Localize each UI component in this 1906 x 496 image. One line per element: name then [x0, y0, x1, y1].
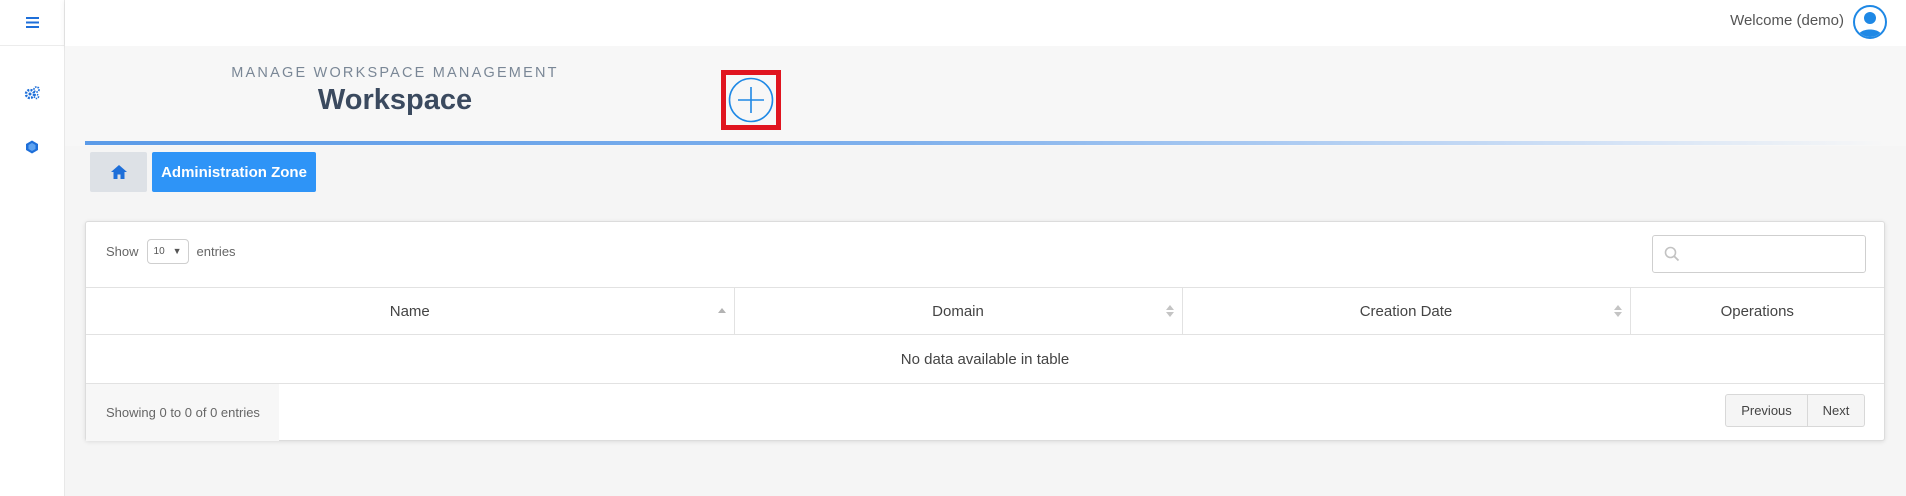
- sort-asc-icon: [717, 308, 726, 313]
- column-label: Name: [389, 302, 430, 320]
- column-header-operations: Operations: [1630, 287, 1884, 335]
- hamburger-icon: [25, 17, 39, 28]
- header-divider: [85, 141, 1885, 145]
- workspace-table: Name Domain Creation Date Operations No …: [86, 287, 1884, 384]
- pagination: Previous Next: [1725, 394, 1865, 427]
- sidebar: [0, 0, 65, 496]
- table-info: Showing 0 to 0 of 0 entries: [86, 384, 279, 441]
- empty-table-message: No data available in table: [86, 334, 1884, 384]
- show-label: Show: [106, 244, 139, 259]
- previous-page-button[interactable]: Previous: [1725, 394, 1808, 427]
- caret-down-icon: ▼: [172, 246, 182, 256]
- user-avatar[interactable]: [1853, 5, 1887, 39]
- menu-toggle-button[interactable]: [0, 0, 64, 46]
- column-header-name[interactable]: Name: [86, 287, 735, 335]
- column-label: Operations: [1720, 302, 1794, 320]
- column-label: Domain: [932, 302, 984, 320]
- page-header: MANAGE WORKSPACE MANAGEMENT Workspace: [65, 46, 1906, 146]
- sidebar-item-settings[interactable]: [0, 78, 64, 108]
- column-header-creation-date[interactable]: Creation Date: [1182, 287, 1631, 335]
- user-icon: [1858, 12, 1882, 37]
- add-workspace-button[interactable]: [721, 70, 781, 130]
- search-icon: [1664, 246, 1680, 262]
- home-icon: [110, 165, 127, 179]
- plus-circle-icon: [728, 77, 774, 123]
- welcome-text: Welcome (demo): [1730, 12, 1844, 29]
- page-length-control: Show 10 ▼ entries: [106, 239, 236, 264]
- column-header-domain[interactable]: Domain: [734, 287, 1183, 335]
- sort-both-icon: [1613, 305, 1622, 317]
- page-subtitle: MANAGE WORKSPACE MANAGEMENT: [231, 65, 559, 81]
- page-length-value: 10: [153, 246, 165, 257]
- table-row: No data available in table: [86, 334, 1884, 384]
- top-bar: Welcome (demo): [65, 0, 1906, 46]
- breadcrumb-administration-zone[interactable]: Administration Zone: [152, 152, 316, 192]
- entries-label: entries: [196, 244, 236, 259]
- cube-icon: [26, 140, 38, 154]
- sort-both-icon: [1165, 305, 1174, 317]
- gears-icon: [24, 86, 40, 100]
- search-input[interactable]: [1687, 236, 1857, 272]
- page-length-select[interactable]: 10 ▼: [146, 239, 189, 264]
- breadcrumb-home-button[interactable]: [90, 152, 147, 192]
- column-label: Creation Date: [1359, 302, 1453, 320]
- next-page-button[interactable]: Next: [1808, 394, 1865, 427]
- page-title: Workspace: [317, 84, 473, 116]
- sidebar-item-workspace[interactable]: [0, 132, 64, 162]
- search-box[interactable]: [1652, 235, 1866, 273]
- workspace-table-panel: Show 10 ▼ entries Name Domain Creation D…: [85, 221, 1885, 441]
- table-header-row: Name Domain Creation Date Operations: [86, 287, 1884, 335]
